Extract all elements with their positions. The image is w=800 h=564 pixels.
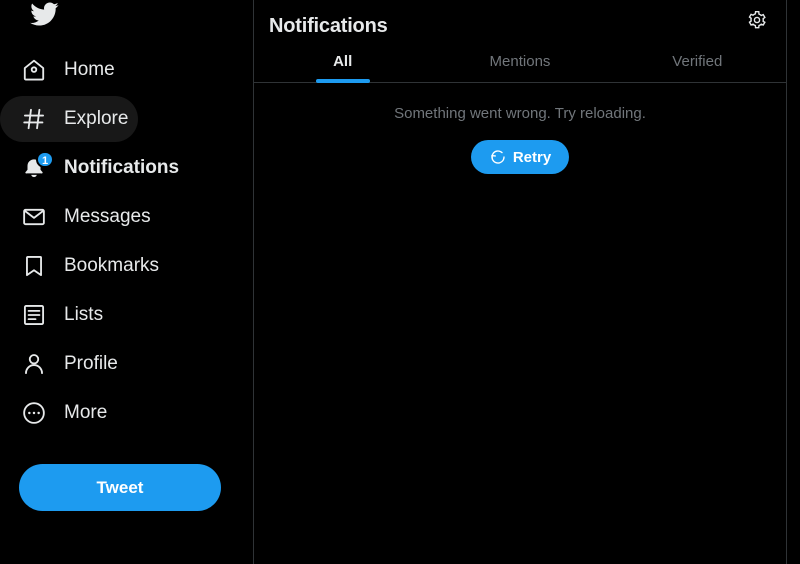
envelope-icon xyxy=(20,203,48,231)
sidebar-item-label: Notifications xyxy=(64,157,180,178)
error-message: Something went wrong. Try reloading. xyxy=(394,105,646,122)
sidebar-item-label: Bookmarks xyxy=(64,255,160,276)
sidebar-item-label: Lists xyxy=(64,304,104,325)
sidebar-item-label: Home xyxy=(64,59,115,80)
sidebar-nav-list: Home Explore 1 Notifications Messages Bo… xyxy=(0,44,254,439)
twitter-app-window: Home Explore 1 Notifications Messages Bo… xyxy=(0,0,800,564)
refresh-icon xyxy=(489,148,507,166)
page-title: Notifications xyxy=(269,15,388,37)
sidebar-item-label: Explore xyxy=(64,108,129,129)
retry-button-label: Retry xyxy=(512,148,552,166)
sidebar-item-label: Messages xyxy=(64,206,151,227)
notification-badge: 1 xyxy=(36,151,55,168)
sidebar-item-explore[interactable]: Explore xyxy=(0,96,138,142)
retry-button[interactable]: Retry xyxy=(470,140,570,174)
column-header: Notifications xyxy=(254,0,786,53)
twitter-bird-icon[interactable] xyxy=(22,0,66,36)
notifications-tab-bar: All Mentions Verified xyxy=(254,53,786,83)
primary-sidebar: Home Explore 1 Notifications Messages Bo… xyxy=(0,0,254,564)
bookmark-icon xyxy=(20,252,48,280)
tab-label: Mentions xyxy=(489,53,551,70)
sidebar-item-messages[interactable]: Messages xyxy=(0,194,151,240)
sidebar-item-home[interactable]: Home xyxy=(0,47,138,93)
tab-label: Verified xyxy=(672,53,723,70)
tweet-compose-button[interactable]: Tweet xyxy=(19,464,221,511)
person-icon xyxy=(20,350,48,378)
sidebar-item-more[interactable]: More xyxy=(0,390,138,436)
error-state-panel: Something went wrong. Try reloading. Ret… xyxy=(254,83,786,174)
right-gutter xyxy=(787,0,800,564)
list-icon xyxy=(20,301,48,329)
sidebar-item-profile[interactable]: Profile xyxy=(0,341,138,387)
tab-all[interactable]: All xyxy=(254,53,431,83)
sidebar-item-notifications[interactable]: 1 Notifications xyxy=(0,145,179,191)
active-tab-indicator xyxy=(315,79,370,83)
home-icon xyxy=(20,56,48,84)
sidebar-item-bookmarks[interactable]: Bookmarks xyxy=(0,243,159,289)
notifications-column: Notifications All Mentions Verified Some… xyxy=(254,0,787,564)
sidebar-item-label: More xyxy=(64,402,108,423)
more-circle-icon xyxy=(20,399,48,427)
bell-icon: 1 xyxy=(20,151,55,182)
tab-mentions[interactable]: Mentions xyxy=(431,53,608,82)
tab-label: All xyxy=(333,53,353,70)
sidebar-item-lists[interactable]: Lists xyxy=(0,292,138,338)
gear-icon[interactable] xyxy=(740,3,774,37)
sidebar-item-label: Profile xyxy=(64,353,118,374)
hashtag-icon xyxy=(20,105,48,133)
tab-verified[interactable]: Verified xyxy=(609,53,786,82)
